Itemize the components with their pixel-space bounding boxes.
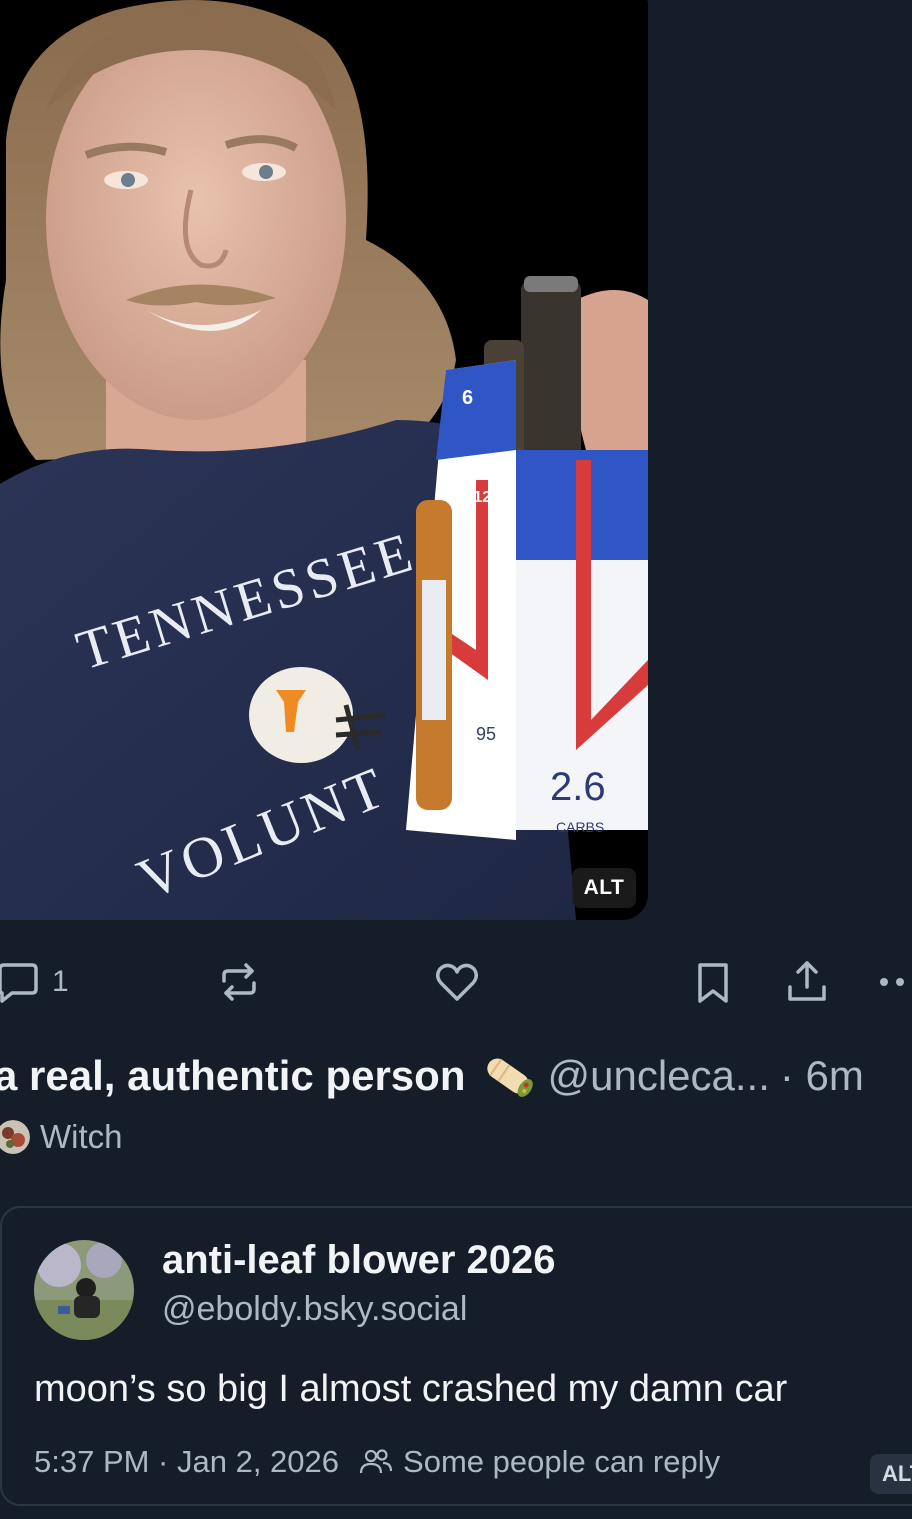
pack-top-number: 6 xyxy=(462,387,473,409)
quoted-author-avatar[interactable] xyxy=(34,1240,134,1340)
quoted-author-name[interactable]: anti-leaf blower 2026 xyxy=(162,1238,555,1283)
reply-count: 1 xyxy=(52,965,69,998)
reposter-handle[interactable]: @uncleca... xyxy=(547,1048,769,1104)
repost-icon xyxy=(222,963,256,1001)
quoted-author-handle[interactable]: @eboldy.bsky.social xyxy=(162,1290,467,1329)
calories-label: 95 xyxy=(476,724,496,744)
post-time: · 6m xyxy=(779,1052,864,1099)
like-button[interactable] xyxy=(432,954,482,1010)
repost-button[interactable] xyxy=(214,954,264,1010)
post-thread-view: TENNESSEE VOLUNT 6 6 12 95 2.6 CARBS ALT… xyxy=(0,0,912,1519)
reply-button[interactable]: 1 xyxy=(0,954,69,1010)
reply-icon xyxy=(0,963,38,1003)
more-icon xyxy=(880,978,904,986)
label-avatar-icon xyxy=(0,1120,30,1154)
image-alt-badge[interactable]: ALT xyxy=(572,868,636,908)
quoted-post-card[interactable]: anti-leaf blower 2026 @eboldy.bsky.socia… xyxy=(0,1206,912,1506)
carbs-value: 2.6 xyxy=(550,765,606,809)
quoted-alt-badge[interactable]: ALT xyxy=(870,1454,912,1494)
quoted-post-text: moon’s so big I almost crashed my damn c… xyxy=(34,1368,788,1410)
reply-setting-text[interactable]: Some people can reply xyxy=(403,1444,720,1480)
quoted-post-meta: 5:37 PM · Jan 2, 2026 Some people can re… xyxy=(34,1444,720,1480)
share-button[interactable] xyxy=(782,954,832,1010)
share-icon xyxy=(788,961,826,1001)
user-label-text: Witch xyxy=(40,1118,123,1155)
user-label[interactable]: Witch xyxy=(0,1118,123,1156)
carbs-label: CARBS xyxy=(556,819,604,835)
reposter-display-name[interactable]: a real, authentic person xyxy=(0,1048,465,1104)
more-options-button[interactable] xyxy=(872,954,912,1010)
post-image[interactable]: TENNESSEE VOLUNT 6 6 12 95 2.6 CARBS xyxy=(0,0,648,920)
people-icon xyxy=(359,1447,393,1477)
quoted-post-timestamp: 5:37 PM · Jan 2, 2026 xyxy=(34,1444,340,1479)
pack-side-numbers: 6 12 xyxy=(460,489,491,506)
like-icon xyxy=(436,963,478,1001)
bookmark-icon xyxy=(698,963,728,1003)
next-post-header: a real, authentic person @uncleca... · 6… xyxy=(0,1048,864,1104)
post-action-bar: 1 xyxy=(0,954,912,1010)
burrito-emoji-icon xyxy=(479,1052,537,1100)
bookmark-button[interactable] xyxy=(688,954,738,1010)
